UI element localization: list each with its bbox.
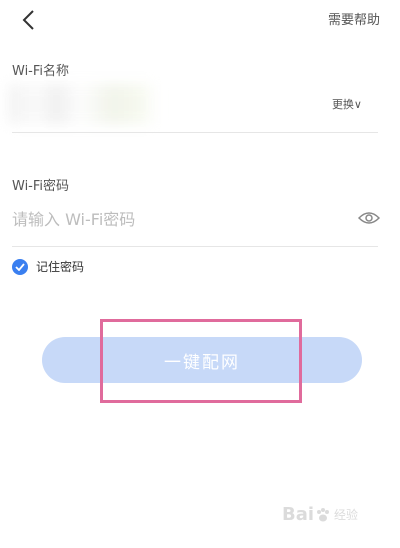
checkmark-circle-icon (12, 258, 28, 275)
help-link[interactable]: 需要帮助 (328, 9, 380, 28)
wifi-password-label: Wi-Fi密码 (12, 179, 70, 194)
back-button[interactable] (12, 4, 44, 36)
remember-password-checkbox[interactable]: 记住密码 (12, 258, 84, 275)
top-bar: 需要帮助 (0, 0, 400, 40)
remember-password-label: 记住密码 (36, 260, 85, 274)
baidu-watermark: Bai 经验 (282, 504, 358, 525)
highlight-annotation-box (100, 319, 302, 403)
switch-network-button[interactable]: 更换∨ (332, 96, 362, 112)
divider (12, 132, 378, 133)
eye-icon (357, 212, 381, 224)
wifi-name-label: Wi-Fi名称 (12, 64, 70, 79)
chevron-left-icon (22, 10, 34, 30)
watermark-sub: 经验 (334, 508, 359, 522)
watermark-text: Bai (282, 504, 315, 525)
wifi-name-value-blurred (8, 84, 158, 124)
wifi-password-input[interactable] (12, 204, 342, 234)
paw-icon (317, 507, 330, 521)
divider (12, 246, 378, 247)
password-visibility-toggle[interactable] (357, 210, 384, 228)
